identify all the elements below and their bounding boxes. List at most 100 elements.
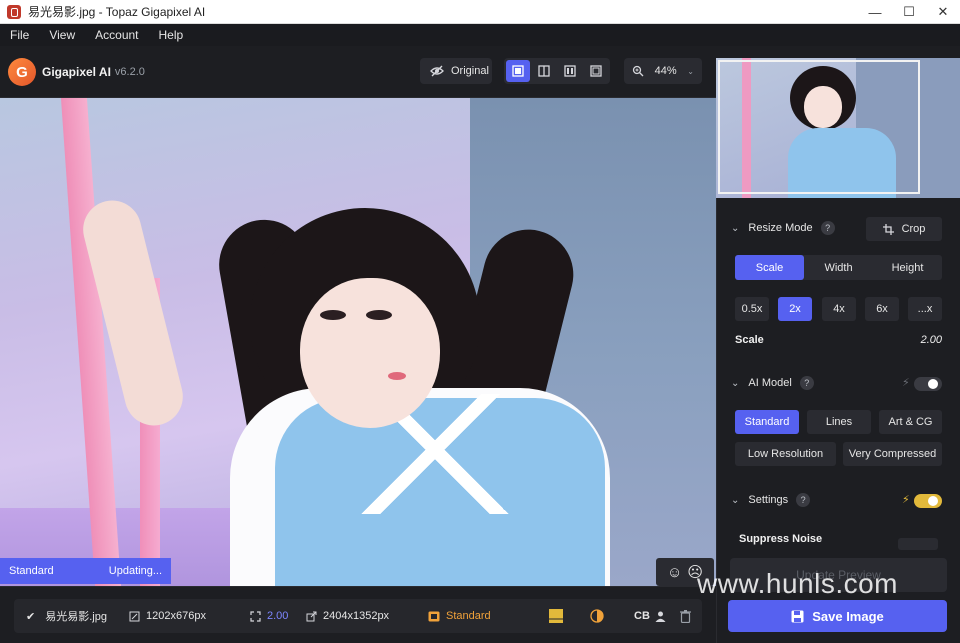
file-row[interactable]: ✔ 易光易影.jpg 1202x676px 2.00 2404x1352px S… — [14, 599, 702, 633]
side-by-side-icon — [564, 65, 576, 77]
scale-option-4x[interactable]: 4x — [822, 297, 856, 321]
resize-mode-tabs: Scale Width Height — [735, 255, 942, 280]
tab-width[interactable]: Width — [804, 255, 873, 280]
window-controls: — ☐ ✕ — [858, 0, 960, 24]
zoom-control[interactable]: 44% ⌄ — [624, 58, 702, 84]
view-side-by-side-button[interactable] — [558, 60, 582, 82]
watermark-text: www.hunls.com — [697, 568, 899, 599]
toolbar: G Gigapixel AI v6.2.0 Original 44% ⌄ — [0, 46, 716, 98]
preview-face — [300, 278, 440, 428]
chevron-down-icon: ⌄ — [731, 494, 740, 506]
cb-toggle[interactable]: CB — [634, 610, 650, 622]
help-icon[interactable]: ? — [799, 376, 814, 390]
model-indicator[interactable]: Standard — [428, 610, 491, 622]
model-art-cg-button[interactable]: Art & CG — [879, 410, 942, 434]
view-single-button[interactable] — [506, 60, 530, 82]
model-standard-button[interactable]: Standard — [735, 410, 799, 434]
scale-option-0-5x[interactable]: 0.5x — [735, 297, 769, 321]
model-badge-icon — [428, 611, 440, 621]
trash-icon — [680, 609, 691, 623]
crop-icon — [882, 223, 894, 235]
resize-icon — [129, 611, 140, 621]
crop-button[interactable]: Crop — [866, 217, 942, 241]
suppress-noise-label: Suppress Noise — [739, 533, 823, 545]
model-indicator-value: Standard — [446, 610, 491, 622]
brand: G Gigapixel AI v6.2.0 — [8, 58, 145, 86]
color-grid-button[interactable] — [549, 609, 563, 623]
tab-height[interactable]: Height — [873, 255, 942, 280]
model-low-resolution-button[interactable]: Low Resolution — [735, 442, 836, 466]
tab-scale[interactable]: Scale — [735, 255, 804, 280]
resize-mode-title: Resize Mode — [748, 222, 813, 234]
minimize-button[interactable]: — — [858, 0, 892, 24]
settings-toggle[interactable] — [914, 494, 942, 508]
scale-value[interactable]: 2.00 — [921, 334, 942, 346]
model-lines-button[interactable]: Lines — [807, 410, 871, 434]
app-icon — [7, 4, 21, 19]
toggle-knob — [928, 496, 938, 506]
menu-help[interactable]: Help — [149, 28, 194, 42]
preview-status-label: Updating... — [108, 565, 162, 577]
original-label: Original — [451, 65, 489, 77]
contrast-button[interactable] — [590, 609, 604, 623]
split-view-icon — [538, 65, 550, 77]
image-preview[interactable] — [0, 98, 716, 586]
model-very-compressed-button[interactable]: Very Compressed — [843, 442, 942, 466]
cb-label: CB — [634, 610, 650, 622]
suppress-noise-input[interactable] — [898, 538, 938, 550]
delete-button[interactable] — [680, 609, 691, 623]
gigapixel-logo-icon: G — [8, 58, 36, 86]
scale-option-custom[interactable]: ...x — [908, 297, 942, 321]
bottom-bar: ✔ 易光易影.jpg 1202x676px 2.00 2404x1352px S… — [0, 586, 716, 643]
view-grid-button[interactable] — [584, 60, 608, 82]
title-bar: 易光易影.jpg - Topaz Gigapixel AI — ☐ ✕ — [0, 0, 960, 24]
lightning-icon: ⚡ — [902, 377, 910, 389]
face-detect-button[interactable] — [654, 610, 667, 623]
output-size-icon — [306, 611, 317, 621]
face-smile-icon[interactable]: ☺ — [667, 564, 682, 581]
scale-label: Scale — [735, 334, 764, 346]
menu-file[interactable]: File — [0, 28, 39, 42]
help-icon[interactable]: ? — [796, 493, 811, 507]
window-title: 易光易影.jpg - Topaz Gigapixel AI — [28, 5, 206, 19]
preview-eye — [366, 310, 392, 320]
scale-indicator-value: 2.00 — [267, 610, 289, 622]
scale-indicator: 2.00 — [250, 610, 288, 622]
lightning-icon: ⚡ — [902, 494, 910, 506]
ai-model-toggle[interactable] — [914, 377, 942, 391]
expand-icon — [250, 610, 261, 622]
eye-off-icon — [430, 65, 444, 77]
close-button[interactable]: ✕ — [926, 0, 960, 24]
checkmark-icon[interactable]: ✔ — [26, 610, 35, 623]
original-toggle-button[interactable]: Original — [420, 58, 492, 84]
preview-eye — [320, 310, 346, 320]
menu-account[interactable]: Account — [85, 28, 148, 42]
save-icon — [791, 610, 804, 622]
view-split-button[interactable] — [532, 60, 556, 82]
scale-row: Scale 2.00 — [735, 334, 942, 346]
menu-bar: File View Account Help — [0, 24, 960, 46]
scale-option-6x[interactable]: 6x — [865, 297, 899, 321]
grid-view-icon — [590, 65, 602, 77]
help-icon[interactable]: ? — [820, 221, 835, 235]
navigator-thumbnail[interactable] — [716, 58, 960, 198]
scale-option-2x[interactable]: 2x — [778, 297, 812, 321]
maximize-button[interactable]: ☐ — [892, 0, 926, 24]
save-image-button[interactable]: Save Image — [728, 600, 947, 632]
chevron-down-icon: ⌄ — [687, 66, 694, 76]
output-size-value: 2404x1352px — [323, 610, 390, 622]
preview-lips — [388, 372, 406, 380]
navigator-viewport-frame[interactable] — [718, 60, 920, 194]
file-select[interactable]: ✔ 易光易影.jpg — [26, 608, 107, 624]
brand-name: Gigapixel AI — [42, 65, 111, 79]
input-size-value: 1202x676px — [146, 610, 206, 622]
person-icon — [655, 611, 666, 622]
view-mode-group — [504, 58, 610, 84]
menu-view[interactable]: View — [39, 28, 85, 42]
toggle-knob — [928, 379, 938, 389]
input-size: 1202x676px — [129, 610, 206, 622]
color-grid-icon — [549, 609, 563, 623]
single-view-icon — [512, 65, 524, 77]
brand-version: v6.2.0 — [114, 66, 145, 78]
zoom-icon — [632, 65, 644, 77]
